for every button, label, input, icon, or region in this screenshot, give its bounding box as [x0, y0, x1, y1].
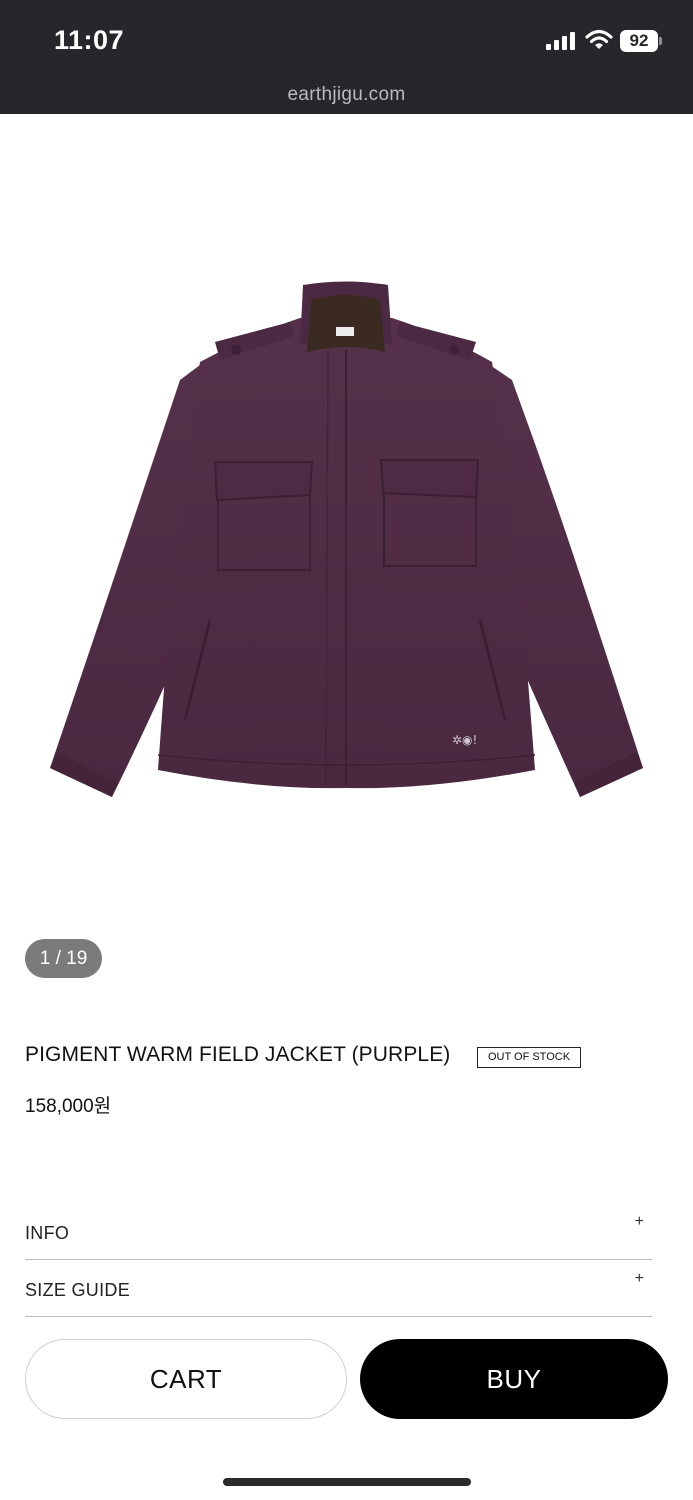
plus-icon[interactable]: + [635, 1213, 644, 1231]
status-bar: 11:07 92 earthjigu.com [0, 0, 693, 114]
gallery-counter: 1 / 19 [25, 939, 102, 978]
product-price: 158,000원 [25, 1096, 112, 1117]
accordion-info-label: INFO [25, 1223, 70, 1243]
product-title: PIGMENT WARM FIELD JACKET (PURPLE) [25, 1043, 451, 1066]
battery-icon: 92 [620, 30, 658, 52]
accordion-size-guide[interactable]: SIZE GUIDE + [25, 1260, 652, 1317]
buy-button[interactable]: BUY [360, 1339, 668, 1419]
home-indicator[interactable] [223, 1478, 471, 1486]
cellular-signal-icon [546, 32, 578, 50]
battery-tip [659, 37, 662, 45]
wifi-icon [585, 29, 613, 49]
out-of-stock-badge: OUT OF STOCK [477, 1047, 581, 1068]
jacket-image: ✲◉! [50, 281, 643, 797]
plus-icon[interactable]: + [635, 1270, 644, 1288]
browser-url[interactable]: earthjigu.com [0, 84, 693, 106]
accordion-size-guide-label: SIZE GUIDE [25, 1280, 131, 1300]
svg-text:✲◉!: ✲◉! [452, 733, 477, 747]
accordion-info[interactable]: INFO + [25, 1203, 652, 1260]
cart-button[interactable]: CART [25, 1339, 347, 1419]
product-image-gallery[interactable]: ✲◉! [0, 114, 693, 994]
status-time: 11:07 [54, 25, 125, 55]
